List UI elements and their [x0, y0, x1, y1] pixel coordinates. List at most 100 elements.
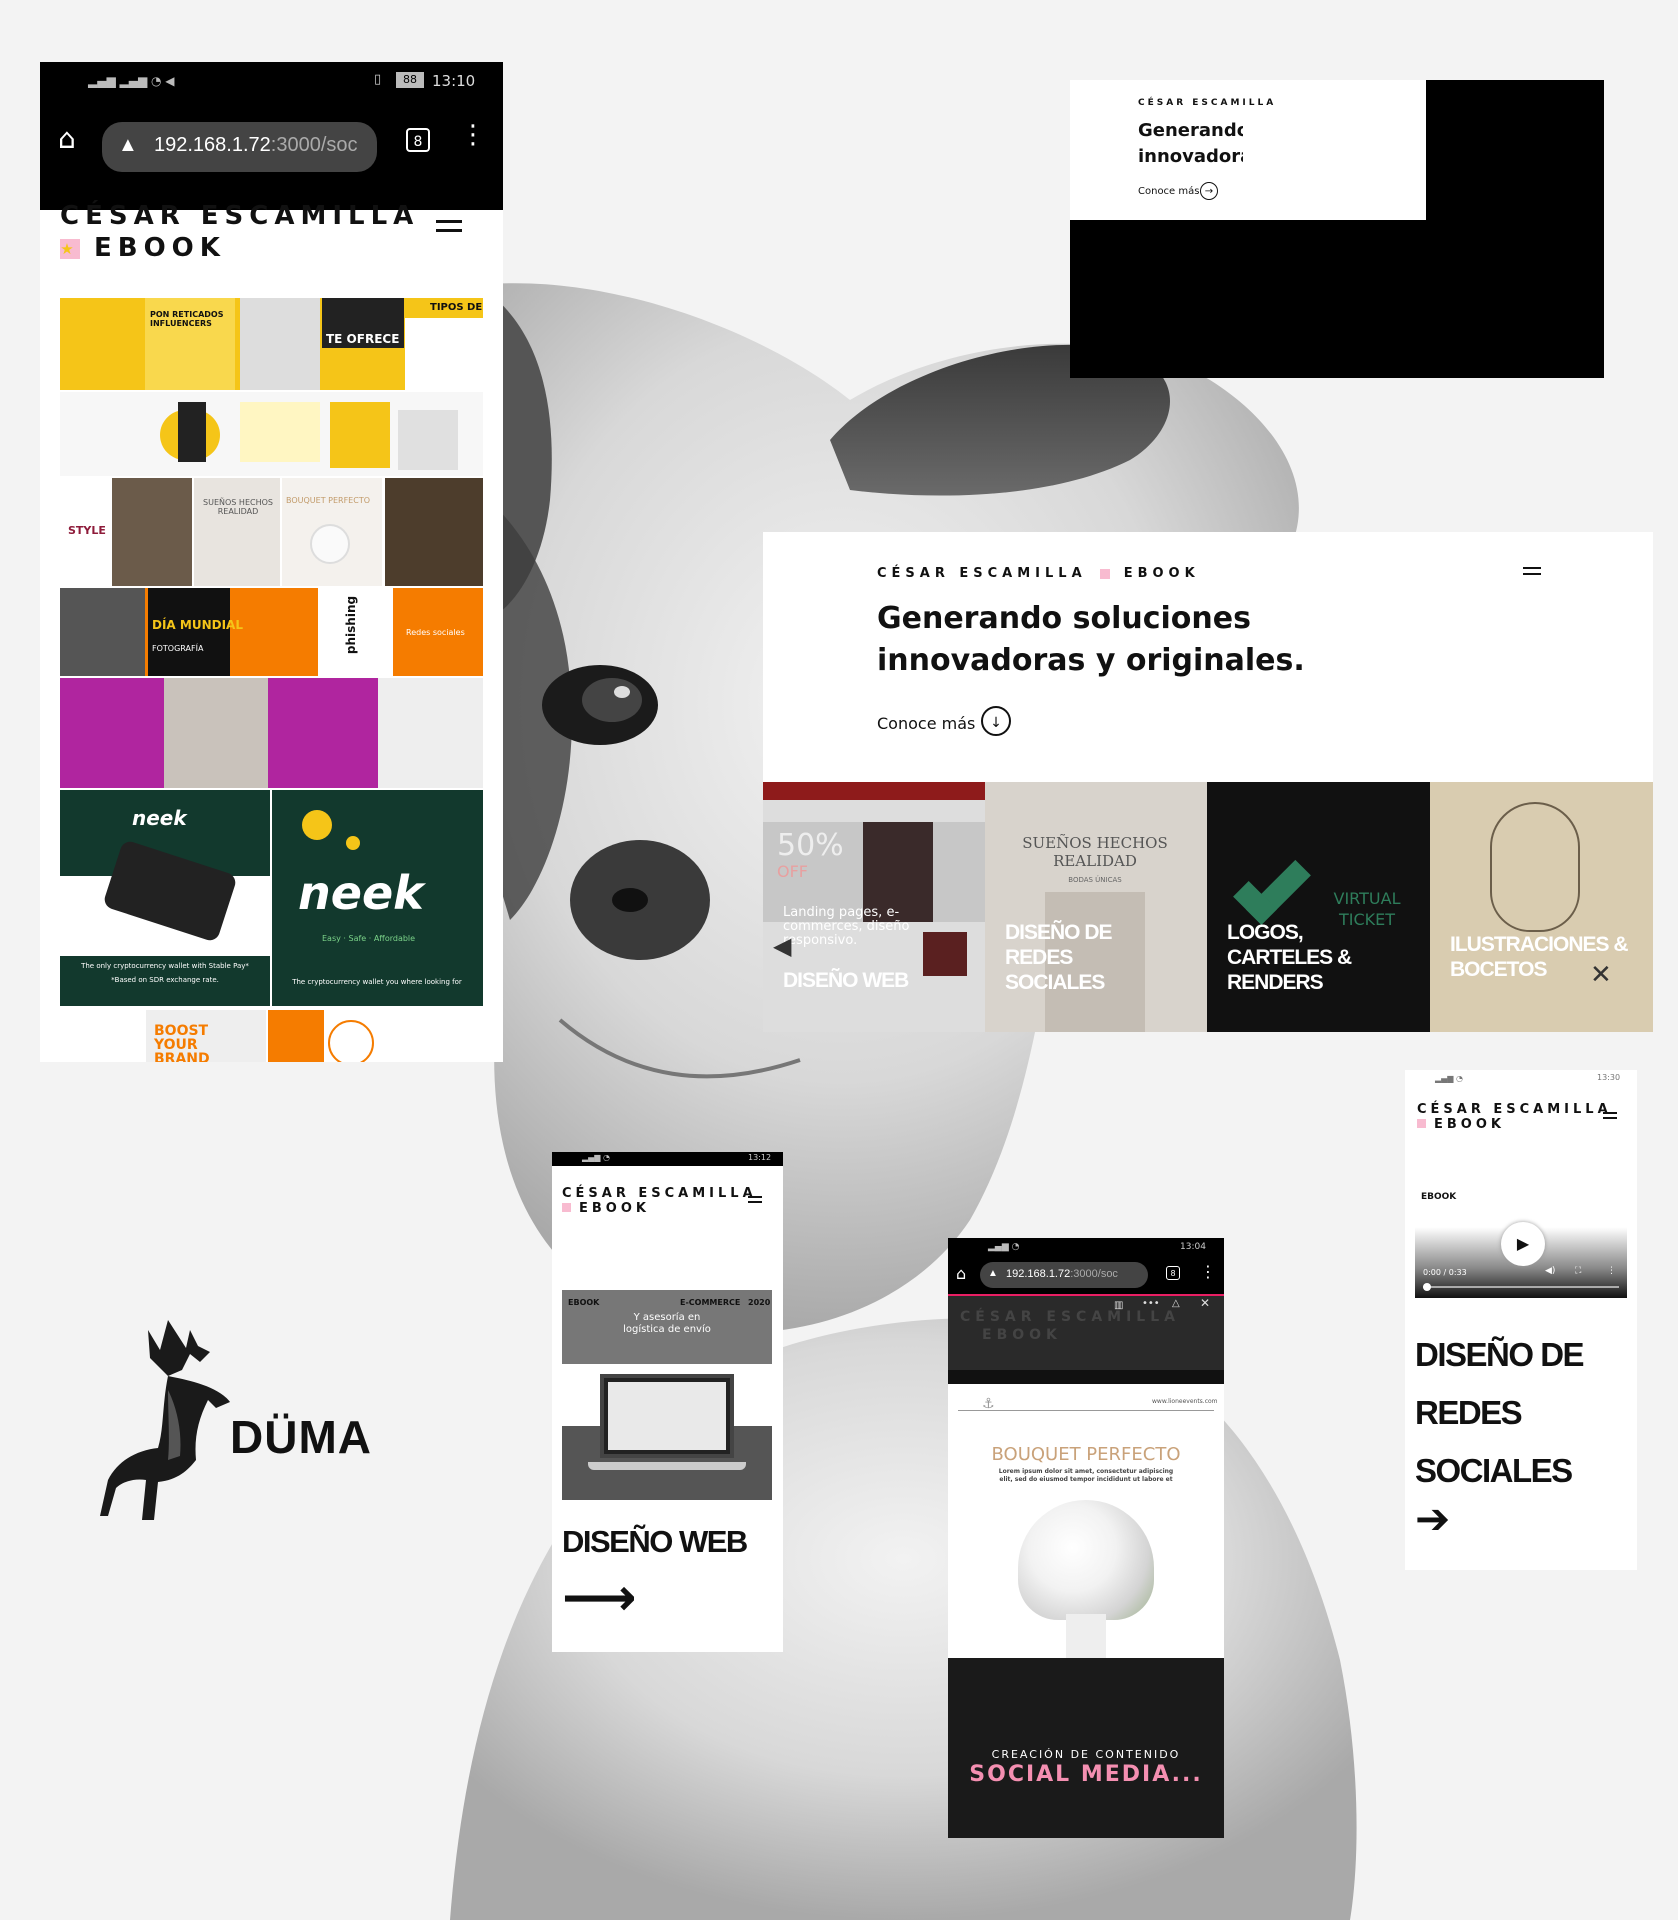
brand-logo[interactable]: CÉSAR ESCAMILLA ★ EBOOK — [60, 200, 419, 264]
thumb-fotografia: FOTOGRAFÍA — [152, 644, 204, 653]
thumb-row-magenta[interactable] — [60, 678, 483, 788]
battery-indicator: 88 — [396, 72, 424, 88]
thumb-row-orange[interactable]: DÍA MUNDIAL FOTOGRAFÍA phishing Redes so… — [60, 588, 483, 676]
thumb-row-weddings[interactable]: STYLE SUEÑOS HECHOS REALIDAD BOUQUET PER… — [60, 478, 483, 586]
thumb-neek-big: neek — [298, 866, 424, 920]
redes-title: DISEÑO DE REDES SOCIALES — [1415, 1336, 1585, 1489]
grid-view-icon[interactable]: ▥ — [1114, 1300, 1123, 1311]
thumb-row-boost[interactable]: BOOST YOUR BRAND — [60, 1010, 483, 1062]
thumb-influencers[interactable]: PON RETICADOS INFLUENCERS TE OFRECE TIPO… — [60, 298, 483, 390]
desktop-brand[interactable]: CÉSAR ESCAMILLA EBOOK — [877, 566, 1200, 581]
overflow-menu-icon[interactable]: ⋮ — [460, 120, 486, 150]
thumb-influencers-title: PON RETICADOS INFLUENCERS — [150, 310, 224, 328]
neek-coin-small-icon — [346, 836, 360, 850]
web-title: DISEÑO WEB — [562, 1524, 748, 1559]
browser-toolbar: ⌂ ▲ 192.168.1.72:3000/soc 8 ⋮ — [40, 102, 503, 210]
home-icon[interactable]: ⌂ — [58, 122, 76, 155]
card-left-label: EBOOK — [568, 1298, 600, 1307]
video-player[interactable]: EBOOK ▶ 0:00 / 0:33 ◀) ⛶ ⋮ — [1415, 1180, 1627, 1298]
fullscreen-icon[interactable]: ⛶ — [1575, 1266, 1581, 1276]
social-banner[interactable]: CREACIÓN DE CONTENIDO SOCIAL MEDIA... — [948, 1658, 1224, 1838]
brand-logo[interactable]: CÉSAR ESCAMILLA EBOOK — [562, 1186, 757, 1216]
banner-big: SOCIAL MEDIA... — [969, 1762, 1203, 1787]
vibrate-icon: ▯ — [374, 72, 382, 87]
url-bar[interactable]: ▲ 192.168.1.72:3000/soc — [980, 1262, 1148, 1288]
status-time: 13:10 — [432, 72, 476, 90]
checkmark-logo-icon — [1233, 847, 1311, 925]
alert-icon[interactable]: △ — [1172, 1298, 1180, 1309]
status-time: 13:04 — [1180, 1242, 1206, 1252]
close-x-icon[interactable]: ✕ — [1590, 960, 1612, 990]
duma-logo: DÜMA — [98, 1310, 398, 1520]
hamburger-menu-icon[interactable] — [1523, 567, 1541, 581]
scroll-down-icon[interactable]: ↓ — [981, 706, 1011, 736]
thumb-boost: BOOST YOUR BRAND — [154, 1023, 210, 1062]
neek-coin-icon — [302, 810, 332, 840]
status-time: 13:30 — [1597, 1073, 1621, 1082]
bouquet-card[interactable]: ⚓ www.lioneevents.com BOUQUET PERFECTO L… — [948, 1384, 1224, 1658]
thumb-suenos: SUEÑOS HECHOS REALIDAD — [203, 498, 273, 516]
thumb-neek-brand[interactable]: neek Easy · Safe · Affordable The crypto… — [272, 790, 483, 1006]
tab-count-button[interactable]: 8 — [406, 128, 430, 152]
portfolio-grid: PON RETICADOS INFLUENCERS TE OFRECE TIPO… — [60, 298, 483, 1062]
brand-logo[interactable]: CÉSAR ESCAMILLA EBOOK — [960, 1308, 1180, 1344]
arrow-right-circle-icon[interactable]: → — [1200, 182, 1218, 200]
play-button[interactable]: ▶ — [1501, 1222, 1545, 1266]
video-menu-icon[interactable]: ⋮ — [1607, 1266, 1616, 1276]
volume-icon[interactable]: ◀) — [1545, 1266, 1555, 1276]
warning-icon: ▲ — [988, 1268, 998, 1279]
url-path: :3000/soc — [270, 134, 358, 156]
tile-redes[interactable]: SUEÑOS HECHOS REALIDAD BODAS ÚNICAS DISE… — [985, 782, 1207, 1032]
arrow-right-icon[interactable]: ⟶ — [562, 1572, 637, 1624]
home-icon[interactable]: ⌂ — [956, 1264, 966, 1283]
star-icon: ★ — [60, 238, 80, 259]
thumb-neek-logo: neek — [132, 806, 187, 830]
tile-logos[interactable]: VIRTUAL TICKET LOGOS, CARTELES & RENDERS — [1207, 782, 1430, 1032]
promo-off: OFF — [777, 862, 808, 881]
arrow-right-icon[interactable]: ➔ — [1415, 1494, 1450, 1543]
thumb-tipos: TIPOS DE — [430, 302, 483, 313]
brand-line1: CÉSAR ESCAMILLA — [60, 201, 420, 231]
close-icon[interactable]: ✕ — [1200, 1296, 1210, 1310]
tile-ilustraciones[interactable]: ILUSTRACIONES & BOCETOS ✕ — [1430, 782, 1653, 1032]
tile-web[interactable]: 50% OFF Landing pages, e-commerces, dise… — [763, 782, 985, 1032]
tile-logos-label: LOGOS, CARTELES & RENDERS — [1227, 921, 1352, 994]
thumb-neek-app[interactable]: neek The only cryptocurrency wallet with… — [60, 790, 270, 1006]
thumb-redes: Redes sociales — [406, 628, 465, 637]
video-time: 0:00 / 0:33 — [1423, 1268, 1467, 1277]
url-bar[interactable]: ▲ 192.168.1.72:3000/soc — [102, 122, 377, 172]
hero-small-cta[interactable]: Conoce más — [1138, 186, 1199, 197]
hero-screenshot-small: CÉSAR ESCAMILLA Generando soluciones inn… — [1070, 80, 1604, 378]
url-host: 192.168.1.72 — [1006, 1268, 1071, 1280]
video-progress-thumb[interactable] — [1423, 1283, 1431, 1291]
thumb-bouquet: BOUQUET PERFECTO — [286, 496, 370, 505]
hamburger-menu-icon[interactable] — [748, 1196, 762, 1209]
dots-icon[interactable]: ••• — [1142, 1298, 1160, 1309]
desktop-screenshot: CÉSAR ESCAMILLA EBOOK Generando solucion… — [763, 532, 1653, 1032]
tile-web-sub: Landing pages, e-commerces, diseño respo… — [783, 905, 910, 948]
ecommerce-card[interactable]: EBOOK E-COMMERCE 2020 Y asesoría en logí… — [562, 1290, 772, 1500]
video-progress[interactable] — [1423, 1286, 1619, 1288]
duma-wordmark: DÜMA — [230, 1411, 372, 1463]
desktop-cta[interactable]: Conoce más — [877, 714, 975, 733]
hamburger-menu-icon[interactable] — [436, 220, 462, 238]
deer-icon — [100, 1320, 230, 1520]
signal-icon: ▂▄▆ ◔ — [582, 1153, 610, 1162]
thumb-row-2[interactable] — [60, 392, 483, 476]
bouquet-image — [1018, 1500, 1154, 1620]
url-host: 192.168.1.72 — [154, 134, 271, 156]
signal-icon: ▂▄▆ ◔ — [988, 1242, 1020, 1252]
brand-logo[interactable]: CÉSAR ESCAMILLA EBOOK — [1417, 1102, 1612, 1132]
tab-count-button[interactable]: 8 — [1166, 1266, 1180, 1280]
signal-icon: ▂▄▆ ▂▄▆ ◔ ◀ — [88, 74, 175, 88]
overflow-menu-icon[interactable]: ⋮ — [1200, 1262, 1216, 1281]
video-label: EBOOK — [1421, 1192, 1457, 1202]
thumb-neek-slogan: Easy · Safe · Affordable — [322, 934, 416, 943]
hamburger-menu-icon[interactable] — [1603, 1112, 1617, 1125]
thumb-dia: DÍA MUNDIAL — [152, 618, 243, 632]
card-text-2: logística de envío — [623, 1324, 711, 1335]
thumb-neek-tag1: The only cryptocurrency wallet with Stab… — [81, 962, 249, 970]
browser-toolbar: ⌂ ▲ 192.168.1.72:3000/soc 8 ⋮ — [948, 1258, 1224, 1294]
chevron-left-icon[interactable]: ◀ — [773, 932, 791, 960]
card-text-1: Y asesoría en — [633, 1312, 701, 1323]
